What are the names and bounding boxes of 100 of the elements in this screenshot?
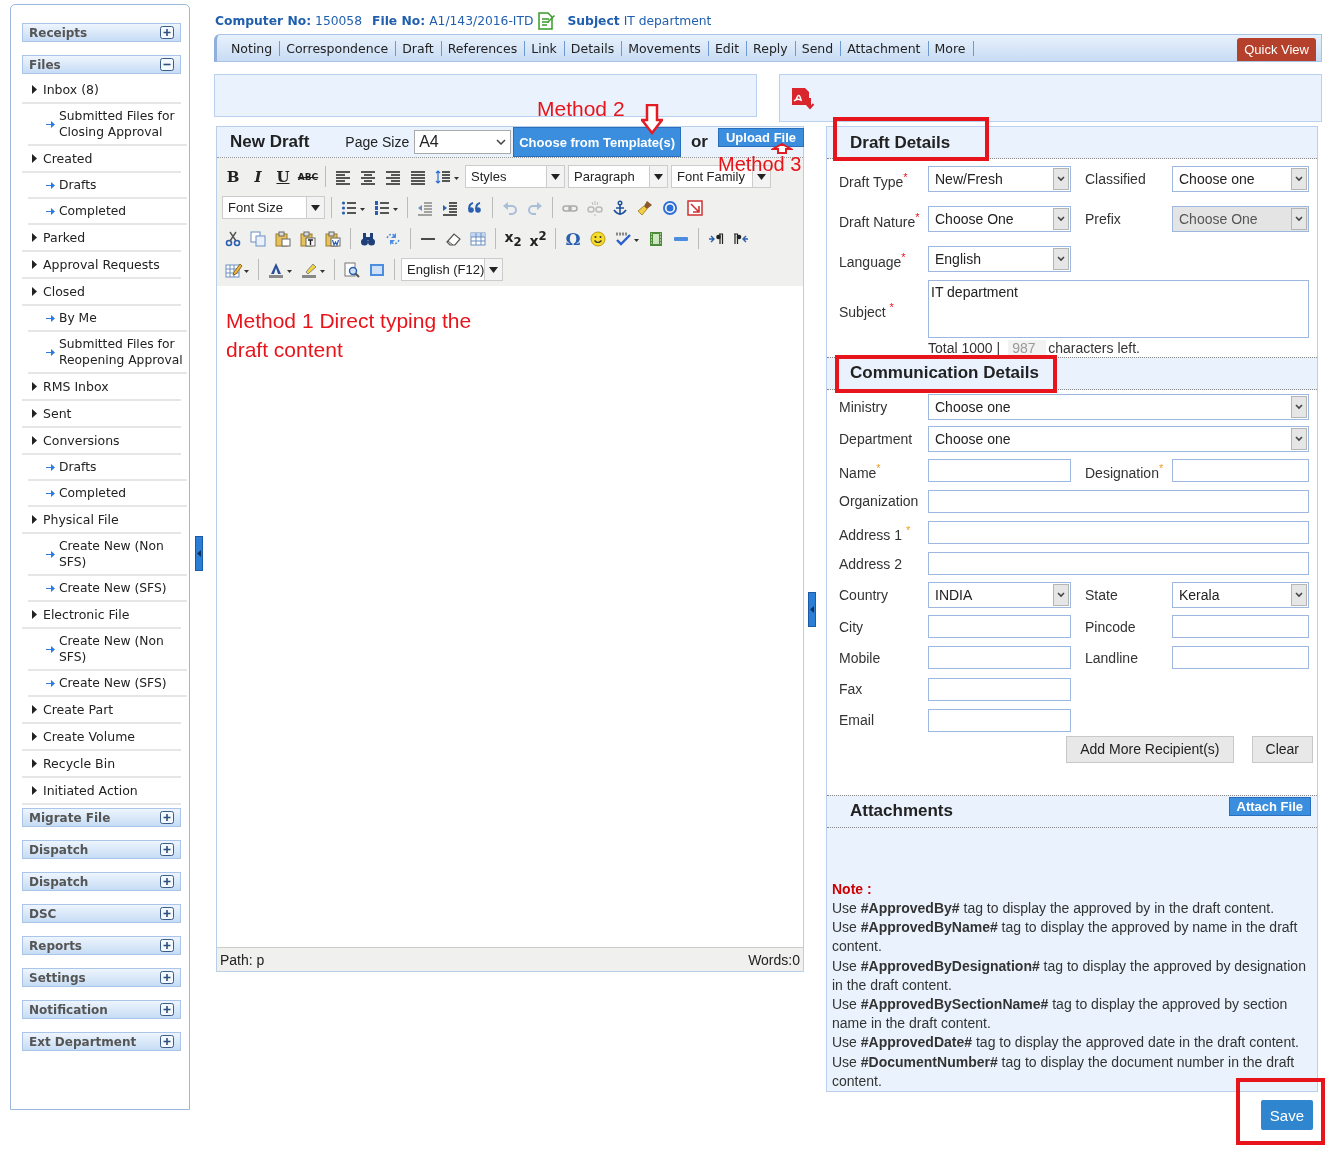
panel-header[interactable]: Ext Department xyxy=(22,1032,181,1051)
expand-icon[interactable] xyxy=(160,1003,174,1016)
dropdown[interactable]: Font Size xyxy=(222,196,325,219)
binoculars-icon[interactable] xyxy=(360,230,376,247)
page-size-dropdown[interactable]: A4 xyxy=(414,130,512,154)
tab[interactable]: More xyxy=(928,40,974,56)
text-field[interactable] xyxy=(928,708,1071,732)
tree-item[interactable]: Completed xyxy=(28,481,187,507)
tab[interactable]: Link xyxy=(525,40,565,56)
collapse-handle[interactable] xyxy=(195,536,203,571)
tree-item[interactable]: Recycle Bin xyxy=(22,751,181,778)
anchor-icon[interactable] xyxy=(612,199,628,216)
tree-item[interactable]: Initiated Action xyxy=(22,778,181,805)
tab[interactable]: Movements xyxy=(622,40,709,56)
indent-icon[interactable] xyxy=(442,199,458,216)
tree-item[interactable]: Sent xyxy=(22,401,181,428)
right-to-left-icon[interactable] xyxy=(733,230,749,247)
tree-item[interactable]: Physical File xyxy=(22,507,181,534)
expand-icon[interactable] xyxy=(160,843,174,856)
align-left-icon[interactable] xyxy=(335,168,351,185)
tree-item[interactable]: Create New (SFS) xyxy=(28,576,187,602)
expand-icon[interactable] xyxy=(160,971,174,984)
brush-icon[interactable] xyxy=(637,199,653,216)
special-character-button[interactable]: Ω xyxy=(562,228,584,249)
cut-icon[interactable] xyxy=(225,230,241,247)
text-field[interactable] xyxy=(928,552,1309,576)
left-to-right-icon[interactable] xyxy=(708,230,724,247)
dropdown[interactable]: Choose one xyxy=(928,425,1309,452)
document-edit-icon[interactable] xyxy=(537,12,556,30)
collapse-icon[interactable] xyxy=(160,58,174,71)
expand-icon[interactable] xyxy=(160,907,174,920)
tree-item[interactable]: Submitted Files for Closing Approval xyxy=(28,104,187,146)
expand-icon[interactable] xyxy=(160,26,174,39)
form-button[interactable]: Clear xyxy=(1251,736,1313,763)
dropdown[interactable]: English (F12) xyxy=(401,258,503,281)
dropdown[interactable]: Styles xyxy=(465,165,565,188)
tree-item[interactable]: Created xyxy=(22,146,181,173)
film-icon[interactable] xyxy=(648,230,664,247)
text-field[interactable] xyxy=(1172,458,1309,482)
tree-item[interactable]: RMS Inbox xyxy=(22,374,181,401)
bold-button[interactable]: B xyxy=(222,167,244,186)
underline-button[interactable]: U xyxy=(272,167,294,186)
strikethrough-button[interactable]: ABC xyxy=(297,171,319,182)
tab[interactable]: Noting xyxy=(225,40,281,56)
tree-item[interactable]: By Me xyxy=(28,306,187,332)
expand-icon[interactable] xyxy=(160,875,174,888)
dropdown[interactable]: INDIA xyxy=(928,582,1071,609)
dropdown[interactable]: Paragraph xyxy=(568,165,668,188)
form-button[interactable]: Add More Recipient(s) xyxy=(1066,736,1234,763)
expand-icon[interactable] xyxy=(160,939,174,952)
expand-icon[interactable] xyxy=(160,811,174,824)
tab[interactable]: Edit xyxy=(708,40,748,56)
tab[interactable]: Attachment xyxy=(841,40,929,56)
tree-item[interactable]: Create Volume xyxy=(22,724,181,751)
text-field[interactable] xyxy=(928,521,1309,545)
panel-header[interactable]: Dispatch xyxy=(22,840,181,859)
bullet-list-icon[interactable] xyxy=(341,199,365,216)
tree-item[interactable]: Inbox (8) xyxy=(22,77,181,104)
tree-item[interactable]: Conversions xyxy=(22,428,181,455)
justify-icon[interactable] xyxy=(410,168,426,185)
panel-header[interactable]: Notification xyxy=(22,1000,181,1019)
dropdown[interactable]: Choose one xyxy=(1172,166,1309,192)
tree-item[interactable]: Drafts xyxy=(28,173,187,199)
collapse-handle[interactable] xyxy=(808,592,816,627)
text-field[interactable] xyxy=(928,458,1071,482)
tree-item[interactable]: Completed xyxy=(28,199,187,225)
tree-item[interactable]: Submitted Files for Reopening Approval xyxy=(28,332,187,374)
tree-item[interactable]: Parked xyxy=(22,225,181,252)
subscript-button[interactable]: x$_{2}$ xyxy=(502,228,524,249)
highlight-icon[interactable] xyxy=(301,261,325,278)
text-field[interactable] xyxy=(1172,615,1309,638)
smiley-icon[interactable] xyxy=(590,230,606,247)
panel-header[interactable]: DSC xyxy=(22,904,181,923)
line-spacing-icon[interactable] xyxy=(435,168,459,185)
tab[interactable]: Draft xyxy=(396,40,442,56)
text-field[interactable] xyxy=(928,646,1071,670)
preview-icon[interactable] xyxy=(344,261,360,278)
panel-header[interactable]: Files xyxy=(22,55,181,74)
paste-word-icon[interactable] xyxy=(325,230,341,247)
align-center-icon[interactable] xyxy=(360,168,376,185)
quick-view-button[interactable]: Quick View xyxy=(1237,38,1316,61)
panel-header[interactable]: Dispatch xyxy=(22,872,181,891)
superscript-button[interactable]: x$^{2}$ xyxy=(527,228,549,249)
panel-header[interactable]: Migrate File xyxy=(22,808,181,827)
tab[interactable]: Reply xyxy=(747,40,796,56)
font-color-icon[interactable] xyxy=(268,261,292,278)
dropdown[interactable]: Choose One xyxy=(928,206,1071,232)
quote-icon[interactable] xyxy=(467,199,483,216)
table-edit-icon[interactable] xyxy=(225,261,249,278)
fullscreen-icon[interactable] xyxy=(369,261,385,278)
tree-item[interactable]: Approval Requests xyxy=(22,252,181,279)
tree-item[interactable]: Create New (Non SFS) xyxy=(28,629,187,671)
text-field[interactable] xyxy=(928,677,1071,701)
dropdown[interactable]: New/Fresh xyxy=(928,166,1071,192)
tree-item[interactable]: Closed xyxy=(22,279,181,306)
paste-icon[interactable] xyxy=(275,230,291,247)
tab[interactable]: References xyxy=(441,40,526,56)
panel-header[interactable]: Reports xyxy=(22,936,181,955)
text-field[interactable] xyxy=(928,489,1309,513)
exit-icon[interactable] xyxy=(687,199,703,216)
